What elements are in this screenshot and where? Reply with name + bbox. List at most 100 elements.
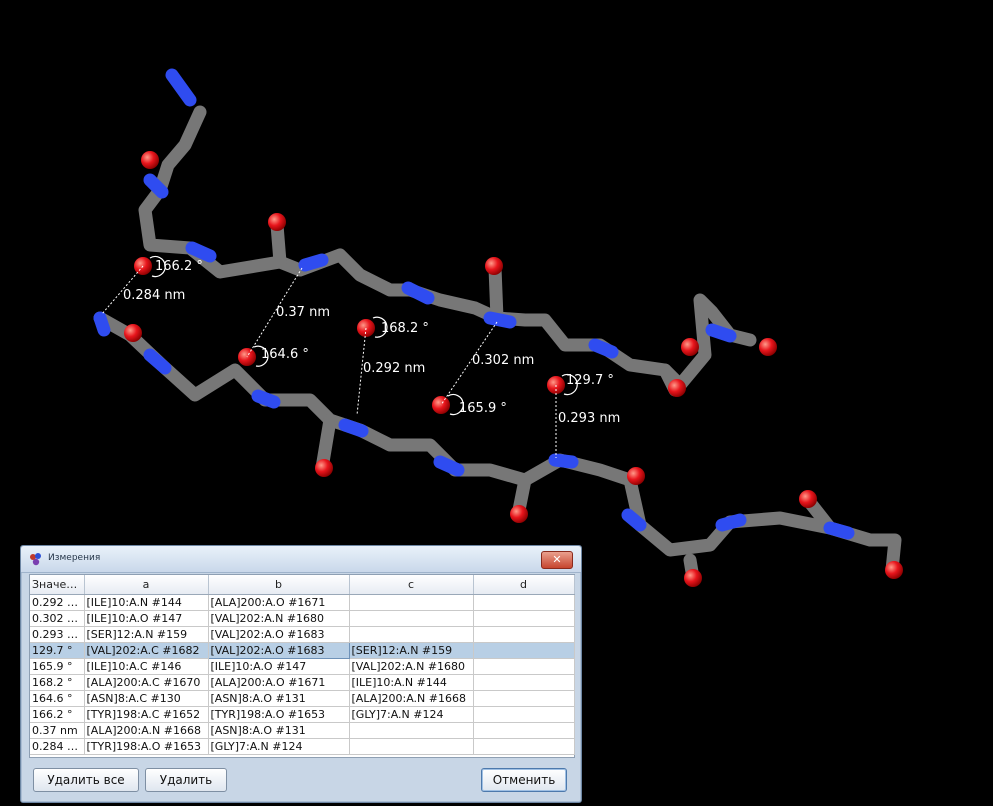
table-cell[interactable] <box>349 594 474 611</box>
oxygen-atom[interactable] <box>799 490 817 508</box>
nitrogen-seg <box>705 323 737 343</box>
delete-button[interactable]: Удалить <box>145 768 227 792</box>
table-cell[interactable] <box>473 594 575 611</box>
measurement-label: 164.6 ° <box>261 347 309 362</box>
table-row[interactable]: 0.292 n... [ILE]10:A.N #144 [ALA]200:A.O #… <box>30 594 575 611</box>
table-cell[interactable]: [ALA]200:A.O #1671 <box>208 594 350 611</box>
measurement-label: 129.7 ° <box>566 373 614 388</box>
table-row[interactable]: 166.2 ° [TYR]198:A.C #1652 [TYR]198:A.O #1… <box>30 706 575 723</box>
measurement-label: 165.9 ° <box>459 401 507 416</box>
table-cell[interactable] <box>473 642 575 659</box>
oxygen-atom[interactable] <box>510 505 528 523</box>
oxygen-atom[interactable] <box>141 151 159 169</box>
nitrogen-seg <box>715 513 747 532</box>
table-cell[interactable]: [ALA]200:A.N #1668 <box>84 722 209 739</box>
column-header-a[interactable]: a <box>84 575 209 595</box>
table-cell[interactable]: 0.292 n... <box>30 594 85 611</box>
table-cell[interactable]: [VAL]202:A.C #1682 <box>84 642 209 659</box>
table-cell[interactable]: 164.6 ° <box>30 690 85 707</box>
table-row[interactable]: 168.2 ° [ALA]200:A.C #1670 [ALA]200:A.O #1… <box>30 674 575 691</box>
table-cell[interactable]: [VAL]202:A.O #1683 <box>208 626 350 643</box>
oxygen-atom[interactable] <box>668 379 686 397</box>
table-cell[interactable]: [SER]12:A.N #159 <box>349 642 474 659</box>
table-cell[interactable]: 0.284 n... <box>30 738 85 755</box>
table-cell[interactable]: [GLY]7:A.N #124 <box>349 706 474 723</box>
table-cell[interactable] <box>473 738 575 755</box>
nitrogen-seg <box>483 311 517 329</box>
oxygen-atom[interactable] <box>315 459 333 477</box>
measurement-label: 168.2 ° <box>381 321 429 336</box>
oxygen-atom[interactable] <box>627 467 645 485</box>
table-cell[interactable]: [ILE]10:A.O #147 <box>84 610 209 627</box>
nitrogen-seg <box>548 453 579 469</box>
table-cell[interactable]: [SER]12:A.N #159 <box>84 626 209 643</box>
oxygen-atom[interactable] <box>124 324 142 342</box>
table-row[interactable]: 0.37 nm [ALA]200:A.N #1668 [ASN]8:A.O #131 <box>30 722 575 739</box>
nitrogen-seg <box>621 508 647 532</box>
table-cell[interactable] <box>473 610 575 627</box>
cancel-button[interactable]: Отменить <box>481 768 567 792</box>
table-cell[interactable]: [ALA]200:A.C #1670 <box>84 674 209 691</box>
table-body: 0.292 n... [ILE]10:A.N #144 [ALA]200:A.O #… <box>30 594 575 755</box>
table-cell[interactable]: 0.37 nm <box>30 722 85 739</box>
dialog-titlebar[interactable]: Измерения ✕ <box>21 546 581 573</box>
table-row[interactable]: 164.6 ° [ASN]8:A.C #130 [ASN]8:A.O #131 [AL… <box>30 690 575 707</box>
table-cell[interactable]: 165.9 ° <box>30 658 85 675</box>
table-cell[interactable]: [VAL]202:A.O #1683 <box>207 642 350 659</box>
nitrogen-seg <box>185 241 217 263</box>
table-cell[interactable]: [ASN]8:A.O #131 <box>208 722 350 739</box>
table-cell[interactable]: [TYR]198:A.O #1653 <box>208 706 350 723</box>
delete-all-button[interactable]: Удалить все <box>33 768 139 792</box>
table-cell[interactable]: [ILE]10:A.N #144 <box>349 674 474 691</box>
column-header-d[interactable]: d <box>473 575 575 595</box>
close-button[interactable]: ✕ <box>541 551 573 569</box>
table-cell[interactable]: 168.2 ° <box>30 674 85 691</box>
table-cell[interactable] <box>473 626 575 643</box>
column-header-value[interactable]: Значен... <box>30 575 85 595</box>
table-cell[interactable] <box>349 722 474 739</box>
oxygen-atom[interactable] <box>684 569 702 587</box>
column-header-b[interactable]: b <box>208 575 350 595</box>
table-cell[interactable]: [TYR]198:A.O #1653 <box>84 738 209 755</box>
measurements-table[interactable]: Значен... a b c d 0.292 n... [ILE]10:A.N … <box>29 574 575 758</box>
table-cell[interactable]: [ILE]10:A.O #147 <box>208 658 350 675</box>
measurement-label: 0.284 nm <box>123 288 185 303</box>
table-cell[interactable]: [TYR]198:A.C #1652 <box>84 706 209 723</box>
table-cell[interactable]: [GLY]7:A.N #124 <box>208 738 350 755</box>
table-cell[interactable] <box>349 610 474 627</box>
table-cell[interactable]: 166.2 ° <box>30 706 85 723</box>
table-cell[interactable] <box>473 722 575 739</box>
table-cell[interactable] <box>349 738 474 755</box>
oxygen-atom[interactable] <box>485 257 503 275</box>
table-cell[interactable] <box>473 674 575 691</box>
table-cell[interactable] <box>473 658 575 675</box>
measurements-dialog[interactable]: Измерения ✕ Значен... a b c d 0.292 n...… <box>20 545 582 803</box>
table-cell[interactable]: [ASN]8:A.O #131 <box>208 690 350 707</box>
table-cell[interactable]: [ASN]8:A.C #130 <box>84 690 209 707</box>
table-cell[interactable]: [ALA]200:A.O #1671 <box>208 674 350 691</box>
table-row[interactable]: 0.302 n... [ILE]10:A.O #147 [VAL]202:A.N #… <box>30 610 575 627</box>
table-cell[interactable] <box>473 690 575 707</box>
oxygen-atom[interactable] <box>681 338 699 356</box>
column-header-c[interactable]: c <box>349 575 474 595</box>
oxygen-atom[interactable] <box>759 338 777 356</box>
table-cell[interactable]: [ALA]200:A.N #1668 <box>349 690 474 707</box>
table-row[interactable]: 0.284 n... [TYR]198:A.O #1653 [GLY]7:A.N #… <box>30 738 575 755</box>
table-row[interactable]: 129.7 ° [VAL]202:A.C #1682 [VAL]202:A.O #1… <box>30 642 575 659</box>
table-cell[interactable]: 0.293 n... <box>30 626 85 643</box>
table-row[interactable]: 0.293 n... [SER]12:A.N #159 [VAL]202:A.O #… <box>30 626 575 643</box>
table-cell[interactable] <box>473 706 575 723</box>
table-cell[interactable]: [VAL]202:A.N #1680 <box>349 658 474 675</box>
table-cell[interactable]: 0.302 n... <box>30 610 85 627</box>
oxygen-atom[interactable] <box>885 561 903 579</box>
measurement-label: 0.37 nm <box>276 305 330 320</box>
table-cell[interactable]: [ILE]10:A.N #144 <box>84 594 209 611</box>
table-cell[interactable]: [ILE]10:A.C #146 <box>84 658 209 675</box>
table-cell[interactable]: [VAL]202:A.N #1680 <box>208 610 350 627</box>
table-cell[interactable]: 129.7 ° <box>30 642 85 659</box>
table-cell[interactable] <box>349 626 474 643</box>
protein-backbone[interactable] <box>93 68 902 585</box>
table-row[interactable]: 165.9 ° [ILE]10:A.C #146 [ILE]10:A.O #147[… <box>30 658 575 675</box>
nitrogen-seg <box>93 311 111 337</box>
oxygen-atom[interactable] <box>268 213 286 231</box>
